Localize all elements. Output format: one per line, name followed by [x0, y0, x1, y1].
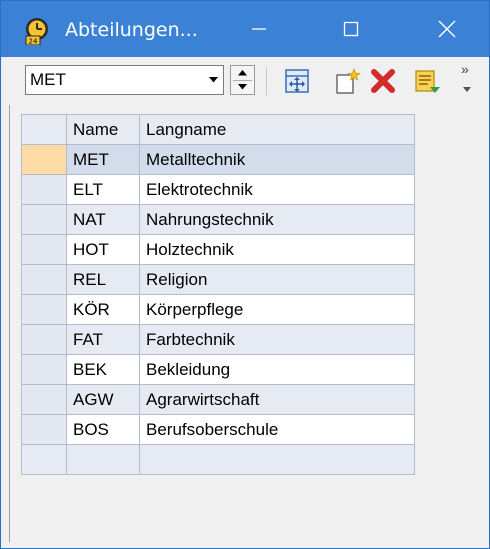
empty-cell[interactable] [139, 444, 415, 475]
column-header-langname[interactable]: Langname [139, 114, 415, 145]
table-row[interactable]: MET Metalltechnik [21, 144, 415, 175]
clock-app-icon: 24 [25, 18, 48, 46]
row-indicator[interactable] [21, 264, 67, 295]
minimize-icon [252, 28, 266, 30]
row-indicator[interactable] [21, 354, 67, 385]
row-indicator[interactable] [21, 414, 67, 445]
step-down-icon[interactable] [231, 80, 254, 94]
cell-langname[interactable]: Elektrotechnik [139, 174, 415, 205]
cell-name[interactable]: MET [66, 144, 140, 175]
cell-name[interactable]: FAT [66, 324, 140, 355]
toolbar-overflow[interactable]: » [459, 61, 477, 97]
cell-langname[interactable]: Nahrungstechnik [139, 204, 415, 235]
panel-border [9, 105, 10, 542]
cell-name[interactable]: AGW [66, 384, 140, 415]
column-header-name[interactable]: Name [66, 114, 140, 145]
cell-langname[interactable]: Metalltechnik [139, 144, 415, 175]
chevron-down-icon [463, 87, 471, 92]
table-row[interactable]: REL Religion [21, 264, 415, 295]
toolbar-separator [266, 67, 267, 95]
chevron-down-icon[interactable] [203, 66, 223, 94]
window-title: Abteilungen... [65, 19, 198, 41]
table-row[interactable]: HOT Holztechnik [21, 234, 415, 265]
cell-langname[interactable]: Berufsoberschule [139, 414, 415, 445]
close-icon [438, 20, 456, 38]
cell-name[interactable]: ELT [66, 174, 140, 205]
row-indicator[interactable] [21, 294, 67, 325]
cell-langname[interactable]: Farbtechnik [139, 324, 415, 355]
header-corner-cell[interactable] [21, 114, 67, 145]
cell-name[interactable]: BEK [66, 354, 140, 385]
row-indicator[interactable] [21, 384, 67, 415]
step-up-icon[interactable] [231, 66, 254, 80]
cell-name[interactable]: REL [66, 264, 140, 295]
table-row[interactable]: BOS Berufsoberschule [21, 414, 415, 445]
maximize-button[interactable] [321, 1, 381, 57]
maximize-icon [343, 21, 359, 37]
delete-icon[interactable] [369, 67, 397, 95]
table-row[interactable]: BEK Bekleidung [21, 354, 415, 385]
cell-name[interactable]: NAT [66, 204, 140, 235]
abteilungen-window: 24 Abteilungen... MET » Name Langname ME… [0, 0, 490, 549]
abteilung-selector-value: MET [30, 70, 66, 89]
cell-name[interactable]: KÖR [66, 294, 140, 325]
cell-langname[interactable]: Religion [139, 264, 415, 295]
abteilungen-grid: Name Langname MET Metalltechnik ELT Elektro… [21, 114, 415, 475]
cell-name[interactable]: BOS [66, 414, 140, 445]
cell-name[interactable]: HOT [66, 234, 140, 265]
report-icon[interactable] [413, 67, 441, 95]
grid-panel: Name Langname MET Metalltechnik ELT Elektro… [9, 105, 483, 542]
row-indicator[interactable] [21, 204, 67, 235]
toolbar: MET » [1, 57, 489, 105]
cell-langname[interactable]: Agrarwirtschaft [139, 384, 415, 415]
minimize-button[interactable] [229, 1, 289, 57]
new-record-row[interactable] [21, 444, 415, 475]
move-icon[interactable] [283, 67, 311, 95]
table-row[interactable]: FAT Farbtechnik [21, 324, 415, 355]
table-row[interactable]: KÖR Körperpflege [21, 294, 415, 325]
svg-text:24: 24 [29, 38, 38, 46]
row-indicator[interactable] [21, 324, 67, 355]
grid-header-row: Name Langname [21, 114, 415, 145]
row-indicator[interactable] [21, 234, 67, 265]
table-row[interactable]: ELT Elektrotechnik [21, 174, 415, 205]
record-stepper[interactable] [230, 65, 255, 95]
close-button[interactable] [417, 1, 477, 57]
abteilung-selector[interactable]: MET [25, 65, 224, 95]
new-record-icon[interactable] [333, 67, 361, 95]
empty-cell[interactable] [21, 444, 67, 475]
cell-langname[interactable]: Bekleidung [139, 354, 415, 385]
cell-langname[interactable]: Körperpflege [139, 294, 415, 325]
cell-langname[interactable]: Holztechnik [139, 234, 415, 265]
row-indicator[interactable] [21, 174, 67, 205]
title-bar[interactable]: 24 Abteilungen... [1, 1, 489, 57]
table-row[interactable]: NAT Nahrungstechnik [21, 204, 415, 235]
empty-cell[interactable] [66, 444, 140, 475]
overflow-label: » [461, 61, 469, 77]
row-indicator[interactable] [21, 144, 67, 175]
table-row[interactable]: AGW Agrarwirtschaft [21, 384, 415, 415]
